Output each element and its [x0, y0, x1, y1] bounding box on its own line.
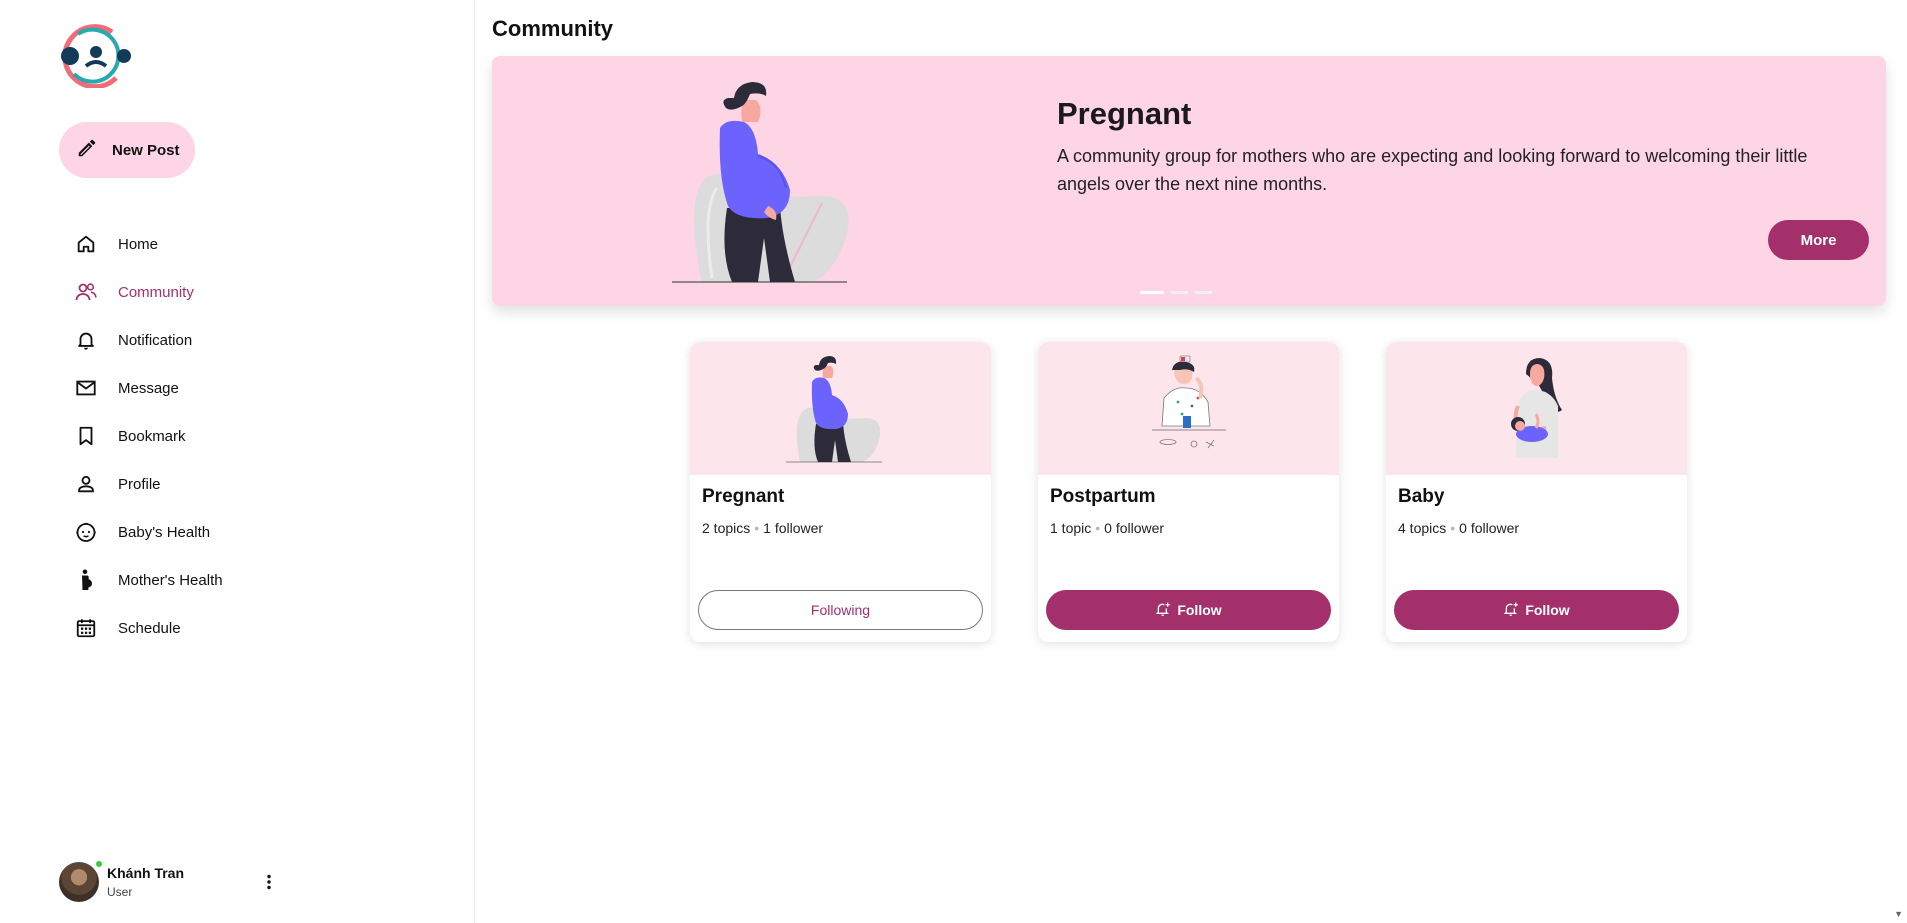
sidebar-item-label: Mother's Health: [118, 571, 223, 589]
calendar-icon: [72, 614, 100, 642]
card-stats: 4 topics • 0 follower: [1398, 520, 1519, 536]
sidebar-item-mothers-health[interactable]: Mother's Health: [72, 556, 372, 604]
mother-holding-baby-illustration: [1510, 357, 1562, 458]
bell-plus-icon: [1503, 601, 1519, 620]
topics-count: 2 topics: [702, 520, 751, 536]
sidebar-item-label: Schedule: [118, 619, 181, 637]
community-card-postpartum[interactable]: Postpartum 1 topic • 0 follower Follow: [1038, 342, 1339, 642]
follow-button[interactable]: Follow: [1394, 590, 1679, 630]
button-label: Follow: [1177, 602, 1222, 618]
sidebar-nav: Home Community Notification Message Book…: [72, 220, 372, 652]
main-content: Community Pregnant A community group for…: [476, 0, 1907, 923]
user-role: User: [107, 885, 133, 899]
sidebar-item-label: Bookmark: [118, 427, 186, 445]
carousel-dot[interactable]: [1140, 291, 1164, 294]
pregnant-icon: [72, 566, 100, 594]
page-title: Community: [492, 16, 613, 41]
banner-description: A community group for mothers who are ex…: [1057, 146, 1808, 194]
carousel-indicators: [1140, 291, 1212, 294]
scroll-down-arrow[interactable]: ▼: [1894, 909, 1903, 919]
followers-count: 0 follower: [1459, 520, 1520, 536]
button-label: Following: [810, 602, 871, 618]
dot-separator: •: [754, 520, 760, 536]
card-image: [690, 342, 991, 475]
more-options-icon[interactable]: [259, 872, 279, 892]
dot-separator: •: [1450, 520, 1456, 536]
sidebar-item-community[interactable]: Community: [72, 268, 372, 316]
followers-count: 1 follower: [763, 520, 824, 536]
postpartum-mother-illustration: [1151, 355, 1226, 448]
community-card-pregnant[interactable]: Pregnant 2 topics • 1 follower Following: [690, 342, 991, 642]
sidebar-item-label: Community: [118, 283, 194, 301]
card-title: Baby: [1398, 486, 1445, 507]
follow-button[interactable]: Follow: [1046, 590, 1331, 630]
sidebar-item-notification[interactable]: Notification: [72, 316, 372, 364]
sidebar-item-message[interactable]: Message: [72, 364, 372, 412]
sidebar-item-home[interactable]: Home: [72, 220, 372, 268]
card-title: Postpartum: [1050, 486, 1156, 507]
person-icon: [72, 470, 100, 498]
community-icon: [72, 278, 100, 306]
topics-count: 1 topic: [1050, 520, 1092, 536]
sidebar-item-label: Profile: [118, 475, 161, 493]
new-post-label: New Post: [112, 141, 180, 159]
home-icon: [72, 230, 100, 258]
dot-separator: •: [1095, 520, 1101, 536]
sidebar-item-label: Message: [118, 379, 179, 397]
more-button[interactable]: More: [1768, 220, 1869, 260]
sidebar-item-babys-health[interactable]: Baby's Health: [72, 508, 372, 556]
sidebar-item-label: Home: [118, 235, 159, 253]
card-stats: 2 topics • 1 follower: [702, 520, 823, 536]
following-button[interactable]: Following: [698, 590, 983, 630]
avatar[interactable]: [59, 860, 103, 902]
followers-count: 0 follower: [1104, 520, 1165, 536]
community-banner-carousel: Pregnant A community group for mothers w…: [492, 56, 1886, 306]
sidebar-item-schedule[interactable]: Schedule: [72, 604, 372, 652]
bookmark-icon: [72, 422, 100, 450]
bell-icon: [72, 326, 100, 354]
app-logo[interactable]: [56, 22, 134, 90]
sidebar: New Post Home Community Notification Mes…: [0, 0, 475, 923]
sidebar-item-label: Baby's Health: [118, 523, 211, 541]
community-card-baby[interactable]: Baby 4 topics • 0 follower Follow: [1386, 342, 1687, 642]
sidebar-item-bookmark[interactable]: Bookmark: [72, 412, 372, 460]
user-name: Khánh Tran: [107, 865, 185, 881]
user-profile-card[interactable]: Khánh Tran User: [59, 860, 289, 904]
bell-plus-icon: [1155, 601, 1171, 620]
pencil-icon: [76, 137, 98, 164]
pregnant-woman-illustration: [785, 355, 882, 462]
card-title: Pregnant: [702, 486, 785, 507]
card-stats: 1 topic • 0 follower: [1050, 520, 1164, 536]
button-label: Follow: [1525, 602, 1570, 618]
user-info: Khánh Tran User: [107, 865, 184, 899]
new-post-button[interactable]: New Post: [59, 122, 195, 178]
sidebar-item-profile[interactable]: Profile: [72, 460, 372, 508]
sidebar-item-label: Notification: [118, 331, 193, 349]
baby-icon: [72, 518, 100, 546]
pregnant-woman-illustration: [672, 78, 872, 283]
card-image: [1038, 342, 1339, 475]
mail-icon: [72, 374, 100, 402]
carousel-dot[interactable]: [1170, 291, 1188, 294]
online-status-dot: [95, 860, 103, 868]
topics-count: 4 topics: [1398, 520, 1447, 536]
carousel-dot[interactable]: [1194, 291, 1212, 294]
community-cards: Pregnant 2 topics•1 follower Following: [690, 342, 1687, 642]
banner-title: Pregnant: [1057, 96, 1192, 131]
card-image: [1386, 342, 1687, 475]
